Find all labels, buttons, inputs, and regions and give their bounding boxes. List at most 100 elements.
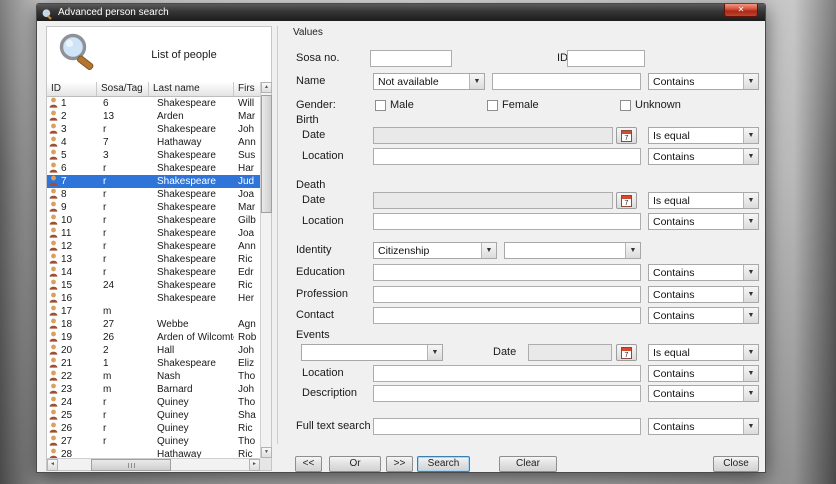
person-icon [47, 448, 60, 458]
table-row[interactable]: 8 r Shakespeare Joa [47, 188, 260, 201]
cell-firstname: Gilb [238, 215, 256, 226]
table-row[interactable]: 20 2 Hall Joh [47, 344, 260, 357]
column-header-sosa[interactable]: Sosa/Tag [97, 82, 149, 96]
name-source-dropdown[interactable]: Not available ▼ [373, 73, 485, 90]
identity-type-dropdown[interactable]: Citizenship ▼ [373, 242, 497, 259]
death-location-op-dropdown[interactable]: Contains ▼ [648, 213, 759, 230]
vertical-scroll-thumb[interactable] [261, 95, 272, 213]
birth-location-op-dropdown[interactable]: Contains ▼ [648, 148, 759, 165]
death-date-picker-button[interactable]: 7 [616, 192, 637, 209]
table-row[interactable]: 9 r Shakespeare Mar [47, 201, 260, 214]
name-input[interactable] [492, 73, 641, 90]
name-op-dropdown[interactable]: Contains ▼ [648, 73, 759, 90]
table-row[interactable]: 18 27 Webbe Agn [47, 318, 260, 331]
table-row[interactable]: 23 m Barnard Joh [47, 383, 260, 396]
event-description-input[interactable] [373, 385, 641, 402]
table-row[interactable]: 26 r Quiney Ric [47, 422, 260, 435]
chevron-down-icon: ▼ [743, 149, 758, 164]
table-row[interactable]: 15 24 Shakespeare Ric [47, 279, 260, 292]
previous-button[interactable]: << [295, 456, 322, 472]
male-checkbox[interactable] [375, 100, 386, 111]
female-checkbox[interactable] [487, 100, 498, 111]
education-input[interactable] [373, 264, 641, 281]
next-button[interactable]: >> [386, 456, 413, 472]
birth-date-op-dropdown[interactable]: Is equal ▼ [648, 127, 759, 144]
table-row[interactable]: 1 6 Shakespeare Will [47, 97, 260, 110]
table-row[interactable]: 21 1 Shakespeare Eliz [47, 357, 260, 370]
table-row[interactable]: 3 r Shakespeare Joh [47, 123, 260, 136]
event-date-field[interactable] [528, 344, 612, 361]
cell-firstname: Ann [238, 137, 256, 148]
table-row[interactable]: 25 r Quiney Sha [47, 409, 260, 422]
close-window-button[interactable]: ✕ [724, 4, 758, 17]
table-row[interactable]: 4 7 Hathaway Ann [47, 136, 260, 149]
scroll-up-icon[interactable]: ▲ [261, 82, 272, 93]
cell-firstname: Tho [238, 436, 256, 447]
clear-button[interactable]: Clear [499, 456, 557, 472]
event-date-op-dropdown[interactable]: Is equal ▼ [648, 344, 759, 361]
horizontal-scrollbar[interactable]: ◄ ► [47, 458, 271, 471]
cell-sosa: r [103, 228, 107, 239]
table-row[interactable]: 22 m Nash Tho [47, 370, 260, 383]
table-row[interactable]: 6 r Shakespeare Har [47, 162, 260, 175]
event-location-input[interactable] [373, 365, 641, 382]
table-row[interactable]: 24 r Quiney Tho [47, 396, 260, 409]
event-type-dropdown[interactable]: ▼ [301, 344, 443, 361]
death-location-input[interactable] [373, 213, 641, 230]
thumb-grip [127, 462, 135, 468]
contact-input[interactable] [373, 307, 641, 324]
close-button[interactable]: Close [713, 456, 759, 472]
cell-id: 15 [61, 280, 73, 291]
education-op-dropdown[interactable]: Contains ▼ [648, 264, 759, 281]
event-date-picker-button[interactable]: 7 [616, 344, 637, 361]
full-text-op-dropdown[interactable]: Contains ▼ [648, 418, 759, 435]
cell-lastname: Hall [157, 345, 175, 356]
cell-lastname: Arden of Wilcomte [157, 332, 234, 343]
table-row[interactable]: 14 r Shakespeare Edr [47, 266, 260, 279]
cell-firstname: Ric [238, 254, 253, 265]
death-date-op-dropdown[interactable]: Is equal ▼ [648, 192, 759, 209]
death-date-field[interactable] [373, 192, 613, 209]
full-text-input[interactable] [373, 418, 641, 435]
column-header-lastname[interactable]: Last name [149, 82, 234, 96]
table-row[interactable]: 10 r Shakespeare Gilb [47, 214, 260, 227]
table-row[interactable]: 11 r Shakespeare Joa [47, 227, 260, 240]
scroll-down-icon[interactable]: ▼ [261, 447, 272, 458]
horizontal-scroll-thumb[interactable] [91, 459, 171, 471]
identity-value-dropdown[interactable]: ▼ [504, 242, 641, 259]
column-header-id[interactable]: ID [47, 82, 97, 96]
birth-date-field[interactable] [373, 127, 613, 144]
column-header-firstname[interactable]: Firs [234, 82, 260, 96]
birth-date-picker-button[interactable]: 7 [616, 127, 637, 144]
vertical-scrollbar[interactable]: ▲ ▼ [260, 82, 272, 458]
sosa-input[interactable] [370, 50, 452, 67]
people-panel: List of people ID Sosa/Tag Last name Fir… [46, 26, 272, 471]
search-button[interactable]: Search [417, 456, 470, 472]
scroll-right-icon[interactable]: ► [249, 459, 260, 471]
table-row[interactable]: 12 r Shakespeare Ann [47, 240, 260, 253]
table-row[interactable]: 17 m [47, 305, 260, 318]
id-input[interactable] [567, 50, 645, 67]
table-row[interactable]: 5 3 Shakespeare Sus [47, 149, 260, 162]
cell-lastname: Shakespeare [157, 124, 216, 135]
table-row[interactable]: 27 r Quiney Tho [47, 435, 260, 448]
table-row[interactable]: 7 r Shakespeare Jud [47, 175, 260, 188]
table-row[interactable]: 19 26 Arden of Wilcomte Rob [47, 331, 260, 344]
cell-firstname: Edr [238, 267, 254, 278]
table-row[interactable]: 2 13 Arden Mar [47, 110, 260, 123]
titlebar[interactable]: Advanced person search ✕ [37, 4, 765, 21]
table-row[interactable]: 28 Hathaway Ric [47, 448, 260, 458]
contact-op-dropdown[interactable]: Contains ▼ [648, 307, 759, 324]
event-location-op-dropdown[interactable]: Contains ▼ [648, 365, 759, 382]
table-row[interactable]: 13 r Shakespeare Ric [47, 253, 260, 266]
birth-location-input[interactable] [373, 148, 641, 165]
identity-label: Identity [296, 244, 332, 256]
unknown-checkbox[interactable] [620, 100, 631, 111]
profession-op-dropdown[interactable]: Contains ▼ [648, 286, 759, 303]
cell-firstname: Agn [238, 319, 256, 330]
or-button[interactable]: Or [329, 456, 381, 472]
scroll-left-icon[interactable]: ◄ [47, 459, 58, 471]
table-row[interactable]: 16 Shakespeare Her [47, 292, 260, 305]
profession-input[interactable] [373, 286, 641, 303]
event-description-op-dropdown[interactable]: Contains ▼ [648, 385, 759, 402]
